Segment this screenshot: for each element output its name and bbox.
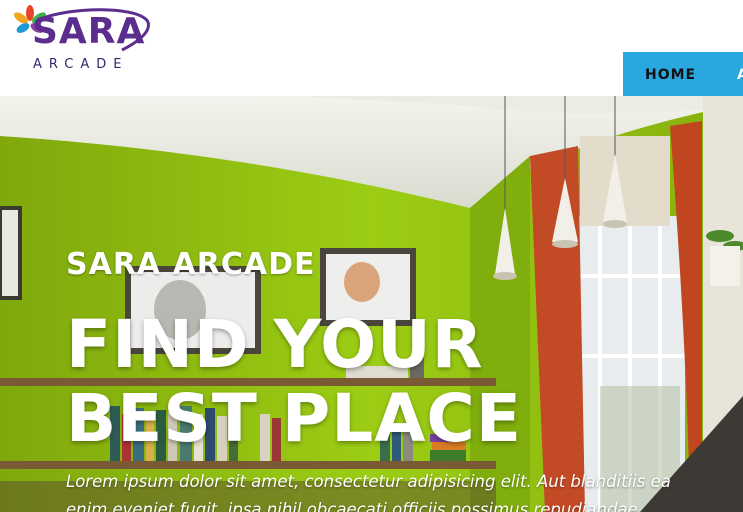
hero-subtitle: SARA ARCADE: [66, 247, 316, 282]
site-header: SARA ARCADE HOME A: [0, 0, 743, 96]
main-nav: HOME A: [623, 52, 743, 96]
hero-description-line-1: Lorem ipsum dolor sit amet, consectetur …: [66, 472, 671, 491]
brand-name: SARA: [32, 11, 146, 52]
nav-item-next[interactable]: A: [737, 67, 743, 83]
hero-description-line-2: enim eveniet fugit, ipsa nihil obcaecati…: [66, 500, 638, 512]
hero-title: FIND YOUR BEST PLACE: [66, 306, 522, 457]
brand-tagline: ARCADE: [33, 57, 129, 72]
hero-description: Lorem ipsum dolor sit amet, consectetur …: [66, 468, 743, 512]
hero-banner: SARA ARCADE FIND YOUR BEST PLACE Lorem i…: [0, 96, 743, 512]
brand-logo[interactable]: SARA ARCADE: [12, 4, 152, 74]
nav-item-home[interactable]: HOME: [645, 67, 696, 83]
